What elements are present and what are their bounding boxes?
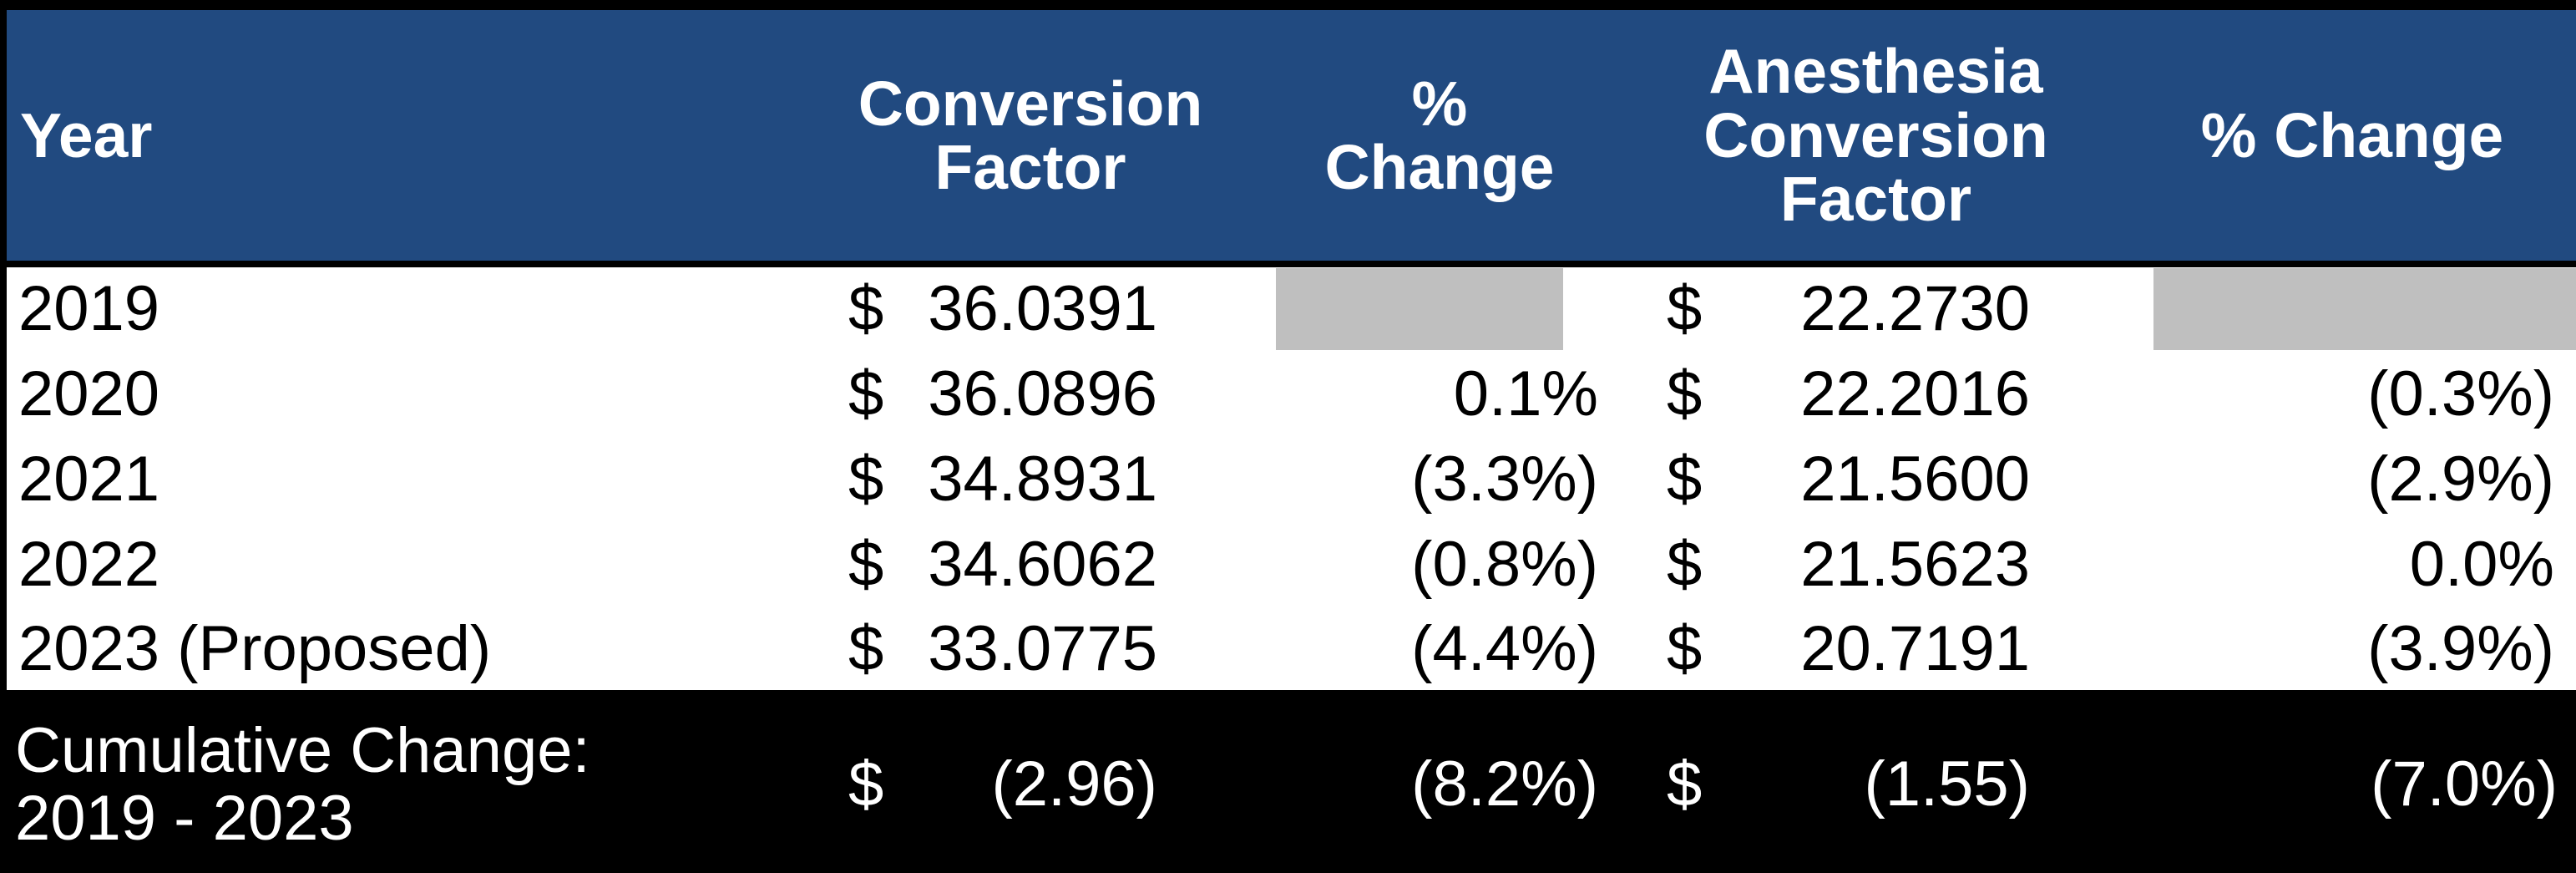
column-header-anesthesia-percent-change-line1: % Change: [2200, 99, 2504, 170]
cell-anesthesia-conversion-factor-value: 21.5600: [1800, 444, 2030, 515]
cumulative-anesthesia-percent-change: (7.0%): [2128, 693, 2576, 873]
currency-symbol: $: [848, 749, 884, 820]
column-header-conversion-factor: Conversion Factor: [805, 0, 1256, 267]
column-header-anesthesia-line3: Factor: [1779, 164, 1972, 235]
cell-anesthesia-conversion-factor-value: 20.7191: [1800, 612, 2030, 684]
column-header-conversion-factor-line1: Conversion: [858, 68, 1203, 139]
column-header-percent-change-line2: Change: [1324, 132, 1555, 202]
cell-percent-change: (4.4%): [1256, 607, 1623, 698]
currency-symbol: $: [848, 358, 884, 429]
cell-percent-change-blank: [1256, 264, 1623, 352]
currency-symbol: $: [1667, 749, 1703, 820]
table-row: 2020 $36.0896 0.1% $22.2016 (0.3%): [0, 351, 2576, 437]
table-row: 2022 $34.6062 (0.8%) $21.5623 0.0%: [0, 522, 2576, 608]
cell-year: 2020: [0, 351, 805, 437]
cell-conversion-factor-value: 34.8931: [928, 444, 1157, 515]
cell-conversion-factor: $33.0775: [805, 607, 1256, 698]
cell-anesthesia-conversion-factor-value: 22.2730: [1800, 273, 2030, 345]
cell-conversion-factor: $34.8931: [805, 436, 1256, 523]
column-header-anesthesia-line2: Conversion: [1703, 99, 2048, 170]
conversion-factor-table-container: Year Conversion Factor % Change Anesthes…: [0, 0, 2576, 873]
column-header-anesthesia-percent-change: % Change: [2128, 0, 2576, 267]
table-body: 2019 $36.0391 $22.2730 2020 $36.0896 0.1…: [0, 264, 2576, 698]
currency-symbol: $: [848, 444, 884, 515]
currency-symbol: $: [848, 273, 884, 345]
cell-anesthesia-conversion-factor: $20.7191: [1623, 607, 2128, 698]
cell-conversion-factor-value: 33.0775: [928, 612, 1157, 684]
cumulative-change-label-line2: 2019 - 2023: [15, 782, 354, 854]
cell-conversion-factor-value: 34.6062: [928, 529, 1157, 601]
currency-symbol: $: [1667, 612, 1703, 684]
cell-percent-change: 0.1%: [1256, 351, 1623, 437]
cumulative-change-row: Cumulative Change: 2019 - 2023 $ (2.96) (…: [3, 693, 2576, 873]
cell-anesthesia-conversion-factor-value: 22.2016: [1800, 358, 2030, 429]
cell-year: 2021: [0, 436, 805, 523]
column-header-anesthesia-conversion-factor: Anesthesia Conversion Factor: [1623, 0, 2128, 267]
column-header-percent-change: % Change: [1256, 0, 1623, 267]
column-header-anesthesia-line1: Anesthesia: [1708, 36, 2043, 107]
cell-anesthesia-percent-change: (2.9%): [2128, 436, 2576, 523]
cell-anesthesia-percent-change-blank: [2128, 264, 2576, 352]
cell-percent-change: (3.3%): [1256, 436, 1623, 523]
cell-conversion-factor-value: 36.0896: [928, 358, 1157, 429]
column-header-percent-change-line1: %: [1411, 68, 1468, 139]
cell-conversion-factor: $36.0896: [805, 351, 1256, 437]
currency-symbol: $: [1667, 273, 1703, 345]
currency-symbol: $: [1667, 358, 1703, 429]
header-row: Year Conversion Factor % Change Anesthes…: [0, 0, 2576, 267]
column-header-conversion-factor-line2: Factor: [934, 132, 1126, 202]
cell-anesthesia-conversion-factor: $21.5600: [1623, 436, 2128, 523]
cell-anesthesia-conversion-factor: $22.2730: [1623, 264, 2128, 352]
cumulative-conversion-factor-value: (2.96): [991, 749, 1157, 820]
table-header: Year Conversion Factor % Change Anesthes…: [0, 0, 2576, 267]
blank-gray-fill: [2153, 268, 2576, 351]
cell-conversion-factor: $36.0391: [805, 264, 1256, 352]
table-footer: Cumulative Change: 2019 - 2023 $ (2.96) (…: [3, 693, 2576, 873]
table-row: 2019 $36.0391 $22.2730: [0, 264, 2576, 352]
currency-symbol: $: [1667, 529, 1703, 601]
currency-symbol: $: [848, 612, 884, 684]
cumulative-percent-change: (8.2%): [1256, 693, 1623, 873]
cell-year: 2019: [0, 264, 805, 352]
cumulative-conversion-factor: $ (2.96): [805, 693, 1256, 873]
cell-anesthesia-percent-change: 0.0%: [2128, 522, 2576, 608]
cell-conversion-factor-value: 36.0391: [928, 273, 1157, 345]
column-header-year: Year: [0, 0, 805, 267]
conversion-factor-table: Year Conversion Factor % Change Anesthes…: [0, 0, 2576, 873]
cell-anesthesia-conversion-factor-value: 21.5623: [1800, 529, 2030, 601]
cell-percent-change: (0.8%): [1256, 522, 1623, 608]
cumulative-change-label-line1: Cumulative Change:: [15, 714, 590, 786]
cell-year: 2023 (Proposed): [0, 607, 805, 698]
cell-anesthesia-percent-change: (3.9%): [2128, 607, 2576, 698]
currency-symbol: $: [848, 529, 884, 601]
cumulative-anesthesia-conversion-factor-value: (1.55): [1864, 749, 2030, 820]
cell-anesthesia-conversion-factor: $21.5623: [1623, 522, 2128, 608]
cumulative-change-label: Cumulative Change: 2019 - 2023: [3, 693, 805, 873]
table-row: 2021 $34.8931 (3.3%) $21.5600 (2.9%): [0, 436, 2576, 523]
currency-symbol: $: [1667, 444, 1703, 515]
cell-anesthesia-conversion-factor: $22.2016: [1623, 351, 2128, 437]
column-header-year-line1: Year: [20, 99, 153, 170]
table-row: 2023 (Proposed) $33.0775 (4.4%) $20.7191…: [0, 607, 2576, 698]
cell-conversion-factor: $34.6062: [805, 522, 1256, 608]
cumulative-anesthesia-conversion-factor: $ (1.55): [1623, 693, 2128, 873]
blank-gray-fill: [1276, 268, 1563, 351]
cell-anesthesia-percent-change: (0.3%): [2128, 351, 2576, 437]
cell-year: 2022: [0, 522, 805, 608]
